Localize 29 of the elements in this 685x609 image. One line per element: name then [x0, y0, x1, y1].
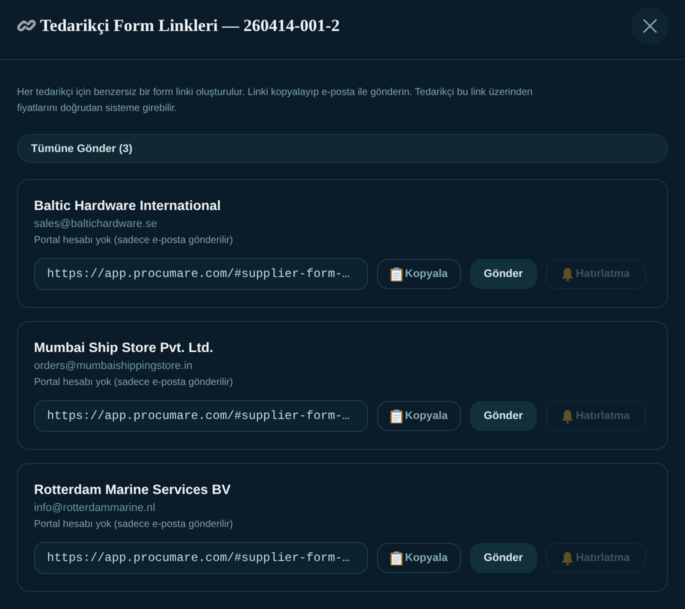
- supplier-name: Baltic Hardware International: [34, 197, 222, 215]
- close-icon: [643, 18, 657, 32]
- portal-note: Portal hesabı yok (sadece e-posta gönderilir): [34, 234, 234, 247]
- supplier-email: sales@baltichardware.se: [34, 217, 158, 231]
- portal-note: Portal hesabı yok (sadece e-posta gönderilir): [34, 376, 234, 389]
- clipboard-icon: [390, 550, 403, 566]
- send-all-button[interactable]: Tümüne Gönder (3): [17, 134, 668, 163]
- portal-note: Portal hesabı yok (sadece e-posta gönderilir): [34, 518, 234, 531]
- supplier-email: info@rotterdammarine.nl: [34, 501, 156, 515]
- link-field[interactable]: https://app.procumare.com/#supplier-form-…: [34, 400, 368, 432]
- description-text: Her tedarikçi için benzersiz bir form linki oluşturulur. Linki kopyalayıp e-posta ile gönderin. Tedarikçi bu link üzerinden fiyatlarını doğrudan sisteme girebilir.: [17, 86, 534, 116]
- bell-icon: [560, 266, 574, 282]
- copy-button[interactable]: Kopyala: [377, 259, 461, 289]
- send-button[interactable]: Gönder: [470, 401, 537, 431]
- link-field[interactable]: https://app.procumare.com/#supplier-form-…: [34, 258, 368, 290]
- link-field[interactable]: https://app.procumare.com/#supplier-form-…: [34, 542, 368, 574]
- supplier-email: orders@mumbaishippingstore.in: [34, 359, 194, 373]
- copy-button[interactable]: Kopyala: [377, 543, 461, 573]
- clipboard-icon: [390, 266, 403, 282]
- close-button[interactable]: [631, 6, 669, 44]
- bell-icon: [560, 408, 574, 424]
- supplier-name: Mumbai Ship Store Pvt. Ltd.: [34, 339, 214, 357]
- supplier-name: Rotterdam Marine Services BV: [34, 481, 232, 499]
- dialog-title: Tedarikçi Form Linkleri — 260414-001-2: [40, 16, 340, 36]
- clipboard-icon: [390, 408, 403, 424]
- send-button[interactable]: Gönder: [470, 543, 537, 573]
- bell-icon: [560, 550, 574, 566]
- send-button[interactable]: Gönder: [470, 259, 537, 289]
- copy-button[interactable]: Kopyala: [377, 401, 461, 431]
